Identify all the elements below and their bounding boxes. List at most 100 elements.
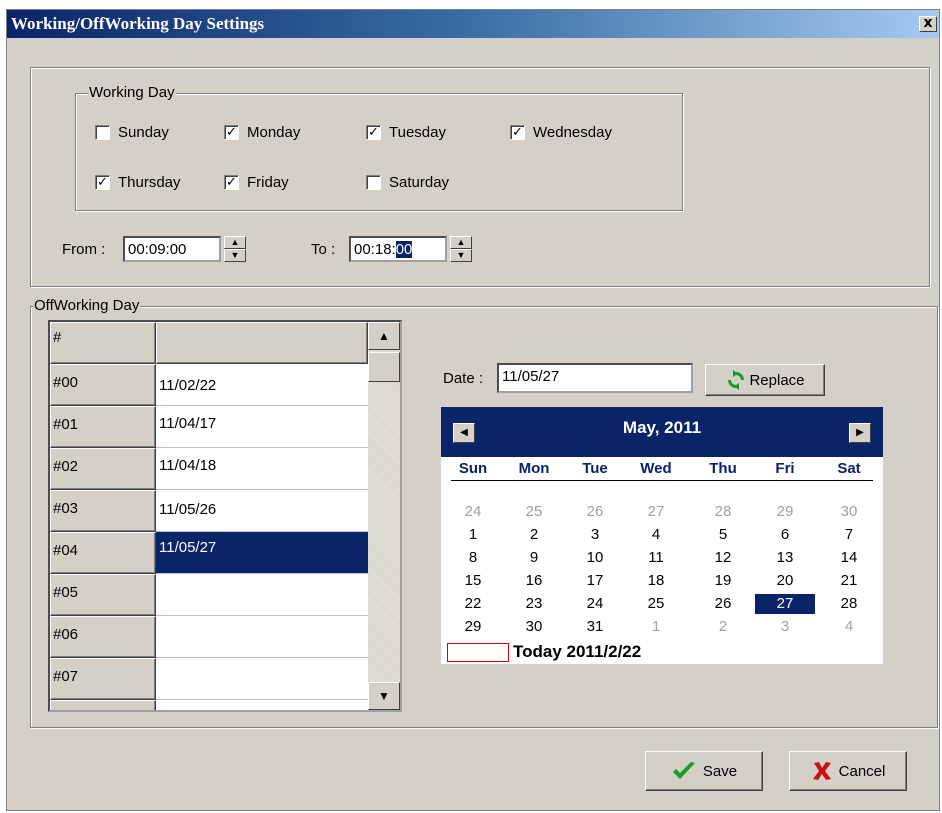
table-row[interactable]: #08 (50, 700, 368, 710)
save-button[interactable]: Save (645, 751, 763, 791)
calendar-day[interactable]: 4 (626, 525, 686, 545)
calendar-day[interactable]: 2 (504, 525, 564, 545)
calendar-day[interactable]: 22 (443, 594, 503, 614)
row-date-cell[interactable]: 11/04/17 (156, 406, 368, 448)
replace-button[interactable]: Replace (705, 364, 825, 396)
calendar-day[interactable]: 25 (626, 594, 686, 614)
calendar-day[interactable]: 9 (504, 548, 564, 568)
today-link[interactable]: Today 2011/2/22 (513, 642, 641, 662)
calendar-day[interactable]: 26 (565, 502, 625, 522)
calendar-day[interactable]: 5 (693, 525, 753, 545)
calendar-divider (451, 480, 873, 481)
calendar-day[interactable]: 24 (443, 502, 503, 522)
table-row[interactable]: #02 11/04/18 (50, 448, 368, 490)
save-label: Save (702, 762, 738, 780)
calendar-day[interactable]: 1 (443, 525, 503, 545)
checkbox-tuesday[interactable]: ✓ Tuesday (366, 124, 446, 141)
row-date-cell[interactable]: 11/05/26 (156, 490, 368, 532)
checkmark-icon (672, 762, 695, 779)
calendar-day[interactable]: 26 (693, 594, 753, 614)
scroll-thumb[interactable] (368, 352, 400, 382)
row-date-cell[interactable] (156, 616, 368, 658)
calendar-day[interactable]: 19 (693, 571, 753, 591)
calendar-day[interactable]: 11 (626, 548, 686, 568)
row-header: #02 (50, 448, 156, 490)
checkbox-thursday[interactable]: ✓ Thursday (95, 174, 181, 191)
calendar-day[interactable]: 12 (693, 548, 753, 568)
calendar-day[interactable]: 3 (565, 525, 625, 545)
calendar-day[interactable]: 1 (626, 617, 686, 637)
calendar-day[interactable]: 23 (504, 594, 564, 614)
cancel-button[interactable]: Cancel (789, 751, 907, 791)
calendar-day[interactable]: 3 (755, 617, 815, 637)
checkbox-monday[interactable]: ✓ Monday (224, 124, 300, 141)
spin-down-icon[interactable]: ▼ (224, 249, 246, 262)
row-date-cell[interactable]: 11/04/18 (156, 448, 368, 490)
month-calendar[interactable]: ◀ May, 2011 ▶ Sun Mon Tue Wed Thu Fri Sa… (441, 407, 883, 664)
checkbox-sunday[interactable]: Sunday (95, 124, 169, 141)
calendar-day[interactable]: 13 (755, 548, 815, 568)
spin-up-icon[interactable]: ▲ (224, 236, 246, 249)
table-row[interactable]: #00 11/02/22 (50, 364, 368, 406)
to-time-input[interactable]: 00:18:00 (349, 236, 447, 262)
working-day-panel: Working Day Sunday ✓ Monday ✓ Tuesday ✓ Wed… (30, 67, 930, 287)
table-row[interactable]: #07 (50, 658, 368, 700)
row-date-cell[interactable] (156, 574, 368, 616)
calendar-day[interactable]: 28 (693, 502, 753, 522)
row-date-cell[interactable] (156, 658, 368, 700)
calendar-day[interactable]: 6 (755, 525, 815, 545)
calendar-day[interactable]: 27 (626, 502, 686, 522)
calendar-day[interactable]: 21 (819, 571, 879, 591)
table-row[interactable]: #06 (50, 616, 368, 658)
scroll-down-icon[interactable]: ▼ (368, 682, 400, 710)
row-date-cell[interactable]: 11/05/27 (156, 532, 368, 574)
calendar-day[interactable]: 29 (443, 617, 503, 637)
checkbox-friday[interactable]: ✓ Friday (224, 174, 289, 191)
calendar-day[interactable]: 24 (565, 594, 625, 614)
from-time-spinner[interactable]: ▲ ▼ (224, 236, 246, 262)
calendar-day[interactable]: 7 (819, 525, 879, 545)
weekday-header: Tue (582, 460, 608, 477)
table-row[interactable]: #01 11/04/17 (50, 406, 368, 448)
row-date-cell[interactable]: 11/02/22 (156, 364, 368, 406)
close-button[interactable]: x (919, 16, 937, 32)
working-day-group: Working Day Sunday ✓ Monday ✓ Tuesday ✓ Wed… (75, 84, 683, 211)
calendar-day[interactable]: 14 (819, 548, 879, 568)
calendar-day[interactable]: 18 (626, 571, 686, 591)
date-input[interactable]: 11/05/27 (497, 363, 693, 393)
calendar-day[interactable]: 27 (755, 594, 815, 614)
vertical-scrollbar[interactable]: ▲ ▼ (368, 322, 400, 710)
row-date-cell[interactable] (156, 700, 368, 710)
row-header: #06 (50, 616, 156, 658)
checkmark-icon: ✓ (95, 175, 110, 190)
calendar-day[interactable]: 20 (755, 571, 815, 591)
offworking-day-table[interactable]: # #00 11/02/22 #01 11/04/17 #02 11/04/18 #0… (48, 320, 402, 712)
calendar-day[interactable]: 31 (565, 617, 625, 637)
table-row[interactable]: #03 11/05/26 (50, 490, 368, 532)
calendar-day[interactable]: 4 (819, 617, 879, 637)
next-month-icon[interactable]: ▶ (849, 423, 871, 443)
scroll-up-icon[interactable]: ▲ (368, 322, 400, 350)
spin-up-icon[interactable]: ▲ (450, 236, 472, 249)
title-bar[interactable]: Working/OffWorking Day Settings x (7, 10, 939, 38)
calendar-day[interactable]: 29 (755, 502, 815, 522)
calendar-day[interactable]: 30 (819, 502, 879, 522)
calendar-day[interactable]: 2 (693, 617, 753, 637)
from-time-input[interactable]: 00:09:00 (123, 236, 221, 262)
calendar-day[interactable]: 28 (819, 594, 879, 614)
calendar-day[interactable]: 15 (443, 571, 503, 591)
table-row-selected[interactable]: #04 11/05/27 (50, 532, 368, 574)
checkbox-wednesday[interactable]: ✓ Wednesday (510, 124, 612, 141)
calendar-day[interactable]: 30 (504, 617, 564, 637)
checkbox-saturday[interactable]: Saturday (366, 174, 449, 191)
spin-down-icon[interactable]: ▼ (450, 249, 472, 262)
to-time-spinner[interactable]: ▲ ▼ (450, 236, 472, 262)
weekday-header: Fri (775, 460, 795, 477)
checkbox-label: Sunday (118, 124, 169, 141)
table-row[interactable]: #05 (50, 574, 368, 616)
calendar-day[interactable]: 17 (565, 571, 625, 591)
calendar-day[interactable]: 25 (504, 502, 564, 522)
calendar-day[interactable]: 8 (443, 548, 503, 568)
calendar-day[interactable]: 10 (565, 548, 625, 568)
calendar-day[interactable]: 16 (504, 571, 564, 591)
